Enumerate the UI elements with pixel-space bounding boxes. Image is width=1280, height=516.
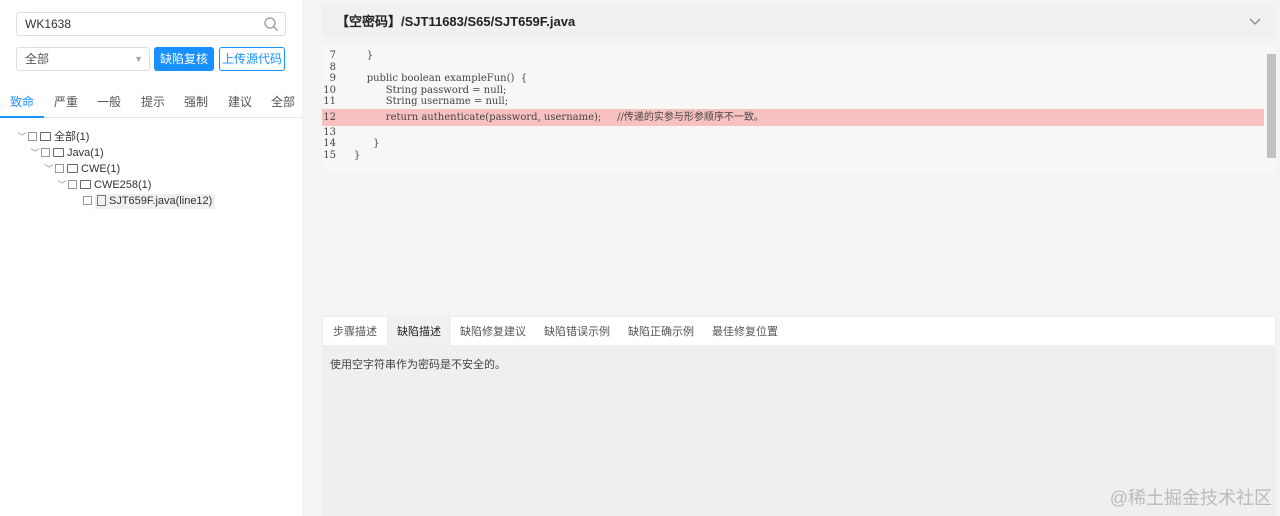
- tab-mandatory[interactable]: 强制: [175, 88, 217, 116]
- code-line: 14 }: [322, 138, 1264, 150]
- code-viewer: 7 } 8 9 public boolean exampleFun() {10 St…: [322, 44, 1276, 174]
- folder-icon: [53, 148, 64, 157]
- severity-tabs: 致命 严重 一般 提示 强制 建议 全部: [0, 88, 302, 118]
- tab-defect-description[interactable]: 缺陷描述: [387, 317, 451, 347]
- tab-general[interactable]: 一般: [88, 88, 130, 116]
- file-title: 【空密码】/SJT11683/S65/SJT659F.java: [336, 14, 576, 29]
- tree-node-java[interactable]: ﹀ Java(1): [29, 146, 104, 161]
- filter-select-value: 全部: [25, 52, 50, 66]
- chevron-down-icon[interactable]: ﹀: [16, 130, 28, 145]
- line-number: 7: [329, 50, 336, 61]
- tab-fatal[interactable]: 致命: [0, 88, 44, 116]
- code-line: 8: [322, 62, 1264, 74]
- tree-node-root[interactable]: ﹀ 全部(1): [16, 130, 89, 145]
- chevron-down-icon[interactable]: ﹀: [29, 146, 41, 161]
- leaf-item[interactable]: SJT659F.java(line12): [95, 194, 216, 209]
- code-line: 9 public boolean exampleFun() {: [322, 73, 1264, 85]
- folder-icon: [80, 180, 91, 189]
- code-text: String password = null;: [354, 84, 507, 96]
- line-number: 10: [323, 84, 336, 96]
- code-line: 7 }: [322, 50, 1264, 62]
- tree-node-label: Java(1): [67, 147, 104, 159]
- line-number: 14: [323, 138, 336, 149]
- folder-icon: [67, 164, 78, 173]
- code-line-highlighted: 12 return authenticate(password, usernam…: [322, 108, 1264, 126]
- code-text: }: [354, 138, 380, 149]
- defect-description-text: 使用空字符串作为密码是不安全的。: [330, 359, 506, 371]
- code-line: 13: [322, 127, 1264, 139]
- code-text: }: [354, 50, 374, 61]
- upload-source-button[interactable]: 上传源代码: [219, 47, 285, 71]
- tree-node-label: CWE(1): [81, 163, 121, 175]
- app-root: 全部 ▼ 缺陷复核 上传源代码 致命 严重 一般 提示 强制 建议 全部 ﹀ 全部…: [0, 0, 1280, 516]
- tab-all[interactable]: 全部: [262, 88, 304, 116]
- code-text: public boolean exampleFun() {: [354, 73, 528, 84]
- code-line: 15}: [322, 150, 1264, 162]
- line-number: 8: [329, 61, 336, 73]
- chevron-down-icon: ▼: [134, 54, 143, 64]
- left-panel: 全部 ▼ 缺陷复核 上传源代码 致命 严重 一般 提示 强制 建议 全部 ﹀ 全部…: [0, 0, 302, 516]
- tree-node-cwe258[interactable]: ﹀ CWE258(1): [56, 178, 151, 193]
- tab-wrong-example[interactable]: 缺陷错误示例: [535, 317, 619, 347]
- search-icon[interactable]: [263, 16, 279, 32]
- chevron-down-icon[interactable]: ﹀: [56, 178, 68, 193]
- code-line: 10 String password = null;: [322, 85, 1264, 97]
- tab-best-fix-location[interactable]: 最佳修复位置: [703, 317, 787, 347]
- tree-node-label: 全部(1): [54, 131, 90, 143]
- watermark: @稀土掘金技术社区: [1109, 488, 1272, 508]
- tree-checkbox[interactable]: [83, 196, 92, 205]
- tree-node-label: SJT659F.java(line12): [109, 195, 213, 207]
- line-number: 11: [323, 96, 336, 107]
- tree-node-leaf[interactable]: SJT659F.java(line12): [83, 194, 216, 209]
- line-number: 9: [329, 73, 336, 84]
- line-number: 12: [323, 111, 336, 123]
- tab-suggestion[interactable]: 建议: [218, 88, 262, 116]
- vertical-scrollbar[interactable]: [1267, 54, 1276, 158]
- filter-select[interactable]: 全部 ▼: [16, 47, 150, 71]
- tab-step-description[interactable]: 步骤描述: [323, 317, 387, 347]
- tree-checkbox[interactable]: [28, 132, 37, 141]
- active-tab-indicator: [0, 116, 44, 118]
- defect-review-button[interactable]: 缺陷复核: [154, 47, 214, 71]
- detail-tabs: 步骤描述 缺陷描述 缺陷修复建议 缺陷错误示例 缺陷正确示例 最佳修复位置: [322, 316, 1276, 347]
- file-header[interactable]: 【空密码】/SJT11683/S65/SJT659F.java: [322, 6, 1276, 38]
- tree-checkbox[interactable]: [68, 180, 77, 189]
- folder-icon: [40, 132, 51, 141]
- tab-correct-example[interactable]: 缺陷正确示例: [619, 317, 703, 347]
- code-text: String username = null;: [354, 96, 509, 107]
- search-input[interactable]: [17, 13, 252, 35]
- code-line: 11 String username = null;: [322, 96, 1264, 108]
- chevron-down-icon[interactable]: [1248, 14, 1262, 28]
- tab-serious[interactable]: 严重: [44, 88, 88, 116]
- tree-node-cwe[interactable]: ﹀ CWE(1): [43, 162, 120, 177]
- file-icon: [97, 195, 106, 206]
- chevron-down-icon[interactable]: ﹀: [43, 162, 55, 177]
- code-text: return authenticate(password, username);…: [354, 111, 764, 123]
- tree-checkbox[interactable]: [55, 164, 64, 173]
- line-number: 15: [323, 149, 336, 161]
- tree-checkbox[interactable]: [41, 148, 50, 157]
- search-box: [16, 12, 286, 36]
- code-text: }: [354, 149, 361, 161]
- line-number: 13: [323, 126, 336, 138]
- tree-node-label: CWE258(1): [94, 179, 152, 191]
- tab-fix-suggestion[interactable]: 缺陷修复建议: [451, 317, 535, 347]
- tab-hint[interactable]: 提示: [132, 88, 174, 116]
